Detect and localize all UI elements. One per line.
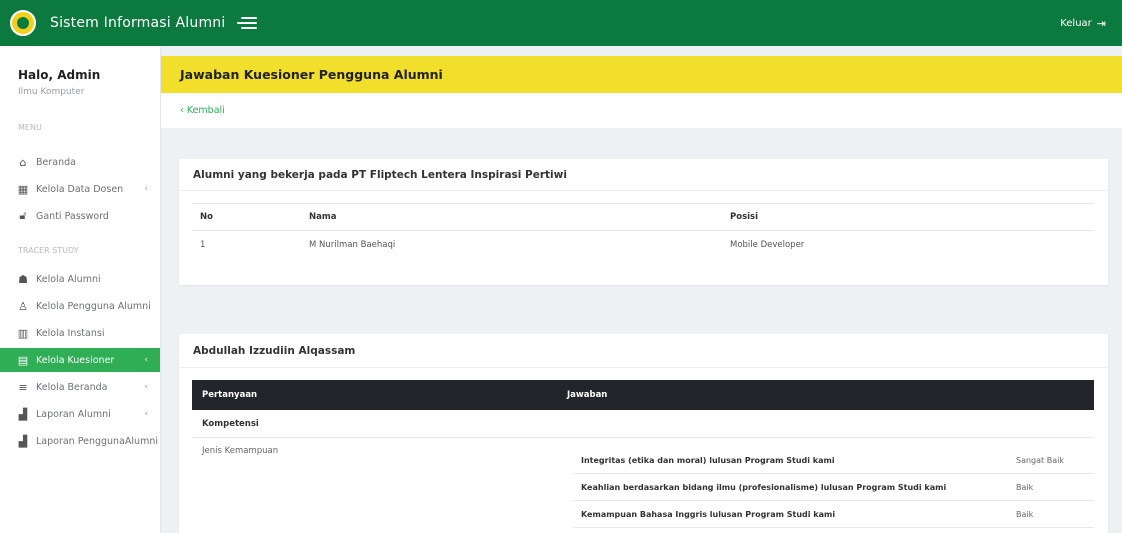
answer-value: Sangat Baik [1016,455,1064,465]
answer-value: Baik [1016,509,1034,519]
sidebar-item-kelola-alumni[interactable]: ☗ Kelola Alumni [0,267,160,291]
section-label: Kompetensi [202,418,259,429]
card-title: Alumni yang bekerja pada PT Fliptech Len… [193,168,567,181]
questionnaire-answers-card: Abdullah Izzudiin Alqassam Pertanyaan Ja… [179,334,1108,533]
user-greeting: Halo, Admin [18,68,101,82]
sidebar-item-laporan-pengguna-alumni[interactable]: ▟ Laporan PenggunaAlumni [0,429,160,453]
app-title: Sistem Informasi Alumni [50,15,226,31]
top-navbar: Sistem Informasi Alumni Keluar ⇥ [0,0,1122,46]
answer-value: Baik [1016,482,1034,492]
table-header-row: Pertanyaan Jawaban [192,380,1094,410]
sidebar-item-kelola-data-dosen[interactable]: ▦ Kelola Data Dosen ‹ [0,177,160,201]
sidebar-item-kelola-instansi[interactable]: ▥ Kelola Instansi [0,321,160,345]
column-header-pertanyaan: Pertanyaan [202,390,258,400]
breadcrumb: ‹ Kembali [161,93,1122,128]
building-icon: ▥ [17,326,29,340]
sidebar-item-label: Kelola Kuesioner [36,354,115,366]
sidebar-item-label: Kelola Instansi [36,327,105,339]
column-header-jawaban: Jawaban [567,390,608,400]
cell-no: 1 [200,239,206,250]
answer-row: Integritas (etika dan moral) lulusan Pro… [573,447,1094,474]
answer-row: Keahlian berdasarkan bidang ilmu (profes… [573,474,1094,501]
sidebar-item-label: Kelola Pengguna Alumni [36,300,151,312]
chevron-left-icon: ‹ [144,382,148,392]
cell-nama: M Nurilman Baehaqi [309,239,396,250]
graduate-icon: ☗ [18,272,28,286]
answers-table: Pertanyaan Jawaban Kompetensi Jenis Kema… [192,380,1094,528]
grid-icon: ▦ [17,182,29,196]
sidebar-item-label: Kelola Data Dosen [36,183,124,195]
sidebar: Halo, Admin Ilmu Komputer MENU ⌂ Beranda… [0,46,161,533]
tracer-study-section-label: TRACER STUDY [18,246,79,255]
chevron-left-icon: ‹ [144,409,148,419]
menu-section-label: MENU [18,123,42,132]
sidebar-item-label: Kelola Beranda [36,381,108,393]
lock-icon: 🔓︎ [19,209,27,222]
logout-label: Keluar [1060,17,1092,29]
sidebar-item-kelola-beranda[interactable]: ≡ Kelola Beranda ‹ [0,375,160,399]
chart-icon: ▟ [18,434,28,448]
answer-question: Integritas (etika dan moral) lulusan Pro… [581,455,835,465]
sidebar-item-label: Kelola Alumni [36,273,101,285]
group-label: Jenis Kemampuan [202,446,279,456]
sidebar-item-ganti-password[interactable]: 🔓︎ Ganti Password [0,204,160,228]
cell-posisi: Mobile Developer [730,239,805,250]
sidebar-item-label: Laporan PenggunaAlumni [36,435,158,447]
sidebar-item-laporan-alumni[interactable]: ▟ Laporan Alumni ‹ [0,402,160,426]
page-header: Jawaban Kuesioner Pengguna Alumni [161,56,1122,93]
back-link[interactable]: ‹ Kembali [180,105,225,116]
logout-icon: ⇥ [1096,16,1106,30]
answer-question: Kemampuan Bahasa Inggris lulusan Program… [581,509,836,519]
user-icon: ♙ [18,299,28,313]
chevron-left-icon: ‹ [144,184,148,194]
respondent-name: Abdullah Izzudiin Alqassam [193,344,356,357]
alumni-employment-card: Alumni yang bekerja pada PT Fliptech Len… [179,159,1108,285]
column-header-no: No [200,212,213,222]
column-header-posisi: Posisi [730,212,759,222]
sidebar-item-label: Beranda [36,156,76,168]
list-icon: ≡ [18,380,28,394]
section-row-kompetensi: Kompetensi [192,410,1094,438]
home-icon: ⌂ [19,155,27,169]
menu-toggle-icon[interactable] [237,16,258,30]
sidebar-item-label: Ganti Password [36,210,109,222]
clipboard-icon: ▤ [17,353,29,367]
user-role: Ilmu Komputer [18,87,85,97]
university-logo [10,10,36,36]
logout-button[interactable]: Keluar ⇥ [1060,0,1106,46]
column-header-nama: Nama [309,212,337,222]
chart-icon: ▟ [18,407,28,421]
chevron-left-icon: ‹ [144,355,148,365]
sidebar-item-kelola-pengguna-alumni[interactable]: ♙ Kelola Pengguna Alumni [0,294,160,318]
sidebar-item-label: Laporan Alumni [36,408,111,420]
answer-question: Keahlian berdasarkan bidang ilmu (profes… [581,482,947,492]
answer-row: Kemampuan Bahasa Inggris lulusan Program… [573,501,1094,528]
alumni-table: No Nama Posisi 1 M Nurilman Baehaqi Mobi… [192,203,1094,258]
table-header-row: No Nama Posisi [192,203,1094,231]
table-row: 1 M Nurilman Baehaqi Mobile Developer [192,231,1094,258]
sidebar-item-kelola-kuesioner[interactable]: ▤ Kelola Kuesioner ‹ [0,348,160,372]
sidebar-item-beranda[interactable]: ⌂ Beranda [0,150,160,174]
page-title: Jawaban Kuesioner Pengguna Alumni [180,67,443,82]
